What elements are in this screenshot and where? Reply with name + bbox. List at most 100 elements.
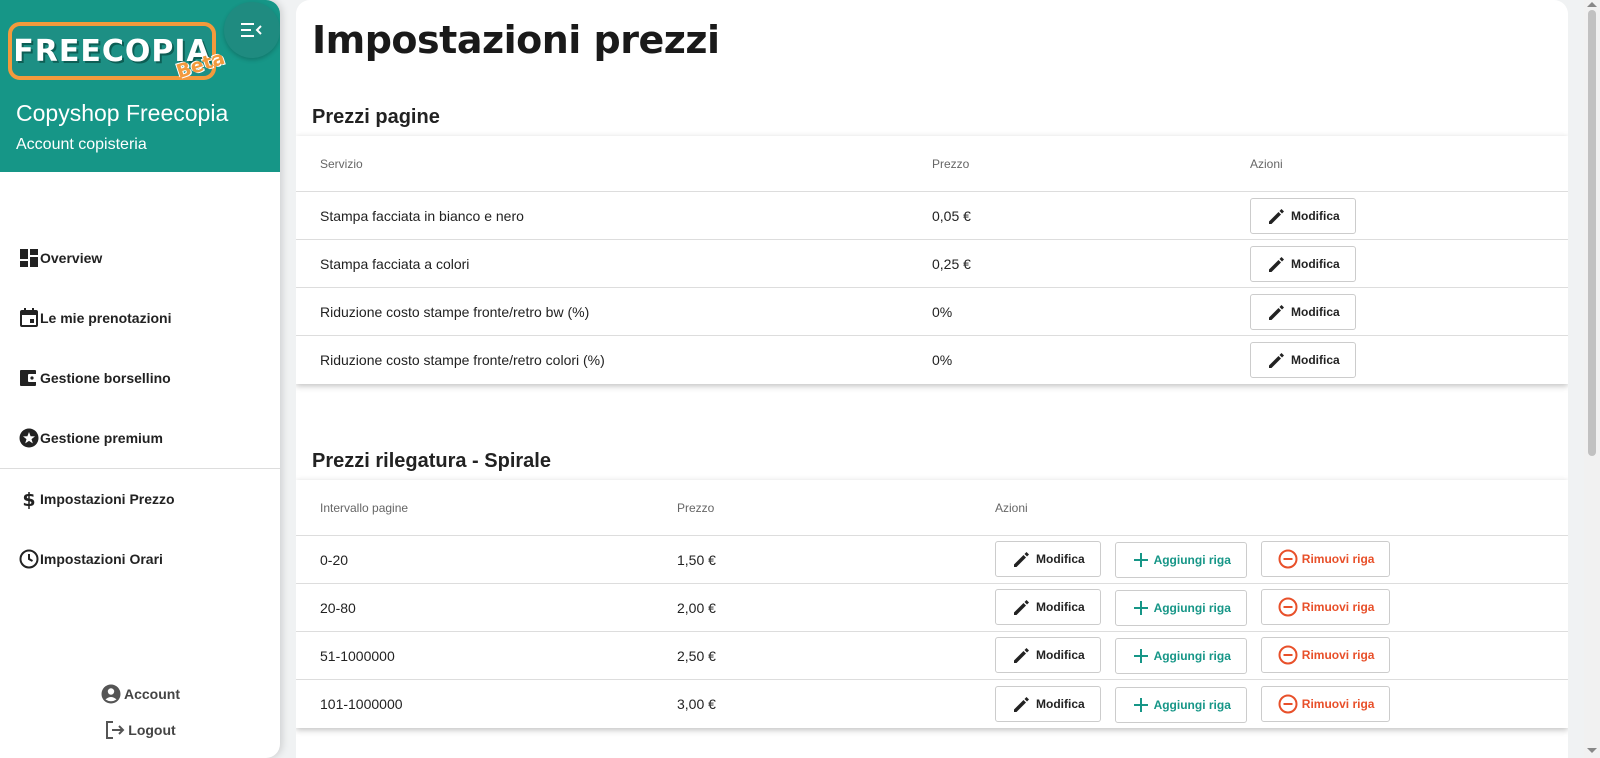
service-cell: Stampa facciata a colori (320, 255, 470, 272)
add-row-button[interactable]: Aggiungi riga (1114, 542, 1247, 578)
plus-icon (1133, 601, 1148, 615)
remove-row-button[interactable]: Rimuovi riga (1260, 541, 1391, 577)
add-row-button-label: Aggiungi riga (1153, 649, 1231, 663)
remove-row-button-label: Rimuovi riga (1301, 648, 1375, 662)
pencil-icon (1269, 256, 1284, 272)
pages-price-table: Servizio Prezzo Azioni Stampa facciata i… (296, 136, 1568, 384)
service-cell: Stampa facciata in bianco e nero (320, 207, 524, 224)
edit-button[interactable]: Modifica (1250, 197, 1356, 234)
actions-cell: Modifica (1226, 245, 1366, 282)
sidebar-item-borsellino[interactable]: Gestione borsellino (0, 348, 280, 408)
actions-cell: Modifica Aggiungi riga Rimuovi riga (971, 589, 1400, 626)
logout-icon (104, 719, 126, 741)
service-cell: Riduzione costo stampe fronte/retro bw (… (320, 303, 590, 320)
edit-button-label: Modifica (1036, 600, 1085, 614)
edit-button-label: Modifica (1036, 552, 1085, 566)
account-circle-icon (100, 683, 122, 705)
edit-button[interactable]: Modifica (1250, 342, 1356, 378)
pencil-icon (1269, 208, 1284, 224)
account-label: Account (124, 686, 180, 702)
sidebar-item-overview[interactable]: Overview (0, 228, 280, 288)
edit-button[interactable]: Modifica (1250, 293, 1356, 330)
wallet-icon (18, 367, 40, 389)
add-row-button[interactable]: Aggiungi riga (1114, 638, 1247, 674)
minus-circle-icon (1278, 694, 1298, 713)
logout-link[interactable]: Logout (0, 712, 280, 748)
menu-collapse-icon (241, 23, 262, 37)
page-scrollbar[interactable] (1584, 0, 1600, 758)
edit-button[interactable]: Modifica (995, 541, 1101, 577)
sidebar-footer: Account Logout (0, 676, 280, 748)
price-cell: 1,50 € (677, 551, 716, 568)
shop-name: Copyshop Freecopia (16, 100, 229, 126)
add-row-button[interactable]: Aggiungi riga (1114, 686, 1247, 723)
table-row: Riduzione costo stampe fronte/retro colo… (296, 336, 1568, 384)
pencil-icon (1014, 600, 1029, 615)
add-row-button-label: Aggiungi riga (1153, 697, 1231, 712)
sidebar-item-impostazioni-prezzo[interactable]: $ Impostazioni Prezzo (0, 469, 280, 529)
pencil-icon (1014, 696, 1029, 712)
service-cell: Riduzione costo stampe fronte/retro colo… (320, 352, 605, 368)
scroll-up-arrow-icon[interactable] (1587, 2, 1597, 7)
table-row: Stampa facciata a colori 0,25 € Modifica (296, 240, 1568, 288)
price-cell: 3,00 € (677, 696, 716, 712)
edit-button-label: Modifica (1291, 256, 1340, 271)
add-row-button[interactable]: Aggiungi riga (1114, 590, 1247, 626)
edit-button-label: Modifica (1036, 696, 1085, 711)
sidebar-item-label: Le mie prenotazioni (40, 310, 172, 326)
sidebar-item-premium[interactable]: Gestione premium (0, 408, 280, 468)
minus-circle-icon (1278, 597, 1298, 617)
main-content: Impostazioni prezzi Prezzi pagine Serviz… (296, 0, 1568, 758)
edit-button[interactable]: Modifica (1250, 245, 1356, 282)
range-cell: 51-1000000 (320, 647, 395, 664)
table-row: Stampa facciata in bianco e nero 0,05 € … (296, 192, 1568, 240)
table-header: Intervallo pagine Prezzo Azioni (296, 480, 1568, 536)
actions-cell: Modifica Aggiungi riga Rimuovi riga (971, 685, 1400, 723)
sidebar-item-prenotazioni[interactable]: Le mie prenotazioni (0, 288, 280, 348)
add-row-button-label: Aggiungi riga (1153, 601, 1231, 615)
column-header-servizio: Servizio (320, 156, 363, 171)
actions-cell: Modifica Aggiungi riga Rimuovi riga (971, 637, 1400, 674)
column-header-azioni: Azioni (995, 500, 1028, 515)
remove-row-button-label: Rimuovi riga (1301, 600, 1375, 614)
price-cell: 0% (932, 303, 953, 320)
remove-row-button[interactable]: Rimuovi riga (1260, 637, 1391, 673)
scroll-down-arrow-icon[interactable] (1587, 748, 1597, 753)
sidebar-item-label: Overview (40, 250, 103, 266)
minus-circle-icon (1278, 549, 1298, 569)
menu-collapse-button[interactable] (224, 2, 280, 58)
page-title: Impostazioni prezzi (312, 18, 720, 62)
plus-icon (1133, 649, 1148, 663)
table-row: Riduzione costo stampe fronte/retro bw (… (296, 288, 1568, 336)
edit-button-label: Modifica (1036, 648, 1085, 662)
edit-button[interactable]: Modifica (995, 685, 1101, 722)
star-icon (18, 427, 40, 449)
dollar-icon: $ (18, 488, 40, 510)
edit-button[interactable]: Modifica (995, 637, 1101, 673)
scrollbar-thumb[interactable] (1588, 10, 1596, 456)
table-row: 51-1000000 2,50 € Modifica Aggiungi riga… (296, 632, 1568, 680)
edit-button[interactable]: Modifica (995, 589, 1101, 625)
plus-icon (1133, 553, 1148, 567)
account-link[interactable]: Account (0, 676, 280, 712)
price-cell: 2,50 € (677, 647, 716, 664)
sidebar-item-label: Gestione premium (40, 430, 163, 446)
range-cell: 20-80 (320, 599, 356, 616)
section-title-rilegatura: Prezzi rilegatura - Spirale (312, 450, 551, 472)
edit-button-label: Modifica (1291, 304, 1340, 319)
logout-label: Logout (128, 722, 176, 738)
plus-icon (1133, 697, 1148, 712)
table-row: 0-20 1,50 € Modifica Aggiungi riga Rimuo… (296, 536, 1568, 584)
add-row-button-label: Aggiungi riga (1153, 553, 1231, 567)
table-row: 101-1000000 3,00 € Modifica Aggiungi rig… (296, 680, 1568, 728)
sidebar-item-label: Gestione borsellino (40, 370, 171, 386)
column-header-azioni: Azioni (1250, 156, 1283, 171)
sidebar-nav: Overview Le mie prenotazioni Gestione bo… (0, 228, 280, 589)
remove-row-button[interactable]: Rimuovi riga (1260, 589, 1391, 625)
price-cell: 0,25 € (932, 255, 971, 272)
dashboard-icon (18, 247, 40, 269)
minus-circle-icon (1278, 645, 1298, 665)
sidebar-item-impostazioni-orari[interactable]: Impostazioni Orari (0, 529, 280, 589)
calendar-icon (18, 307, 40, 329)
remove-row-button[interactable]: Rimuovi riga (1260, 685, 1391, 722)
